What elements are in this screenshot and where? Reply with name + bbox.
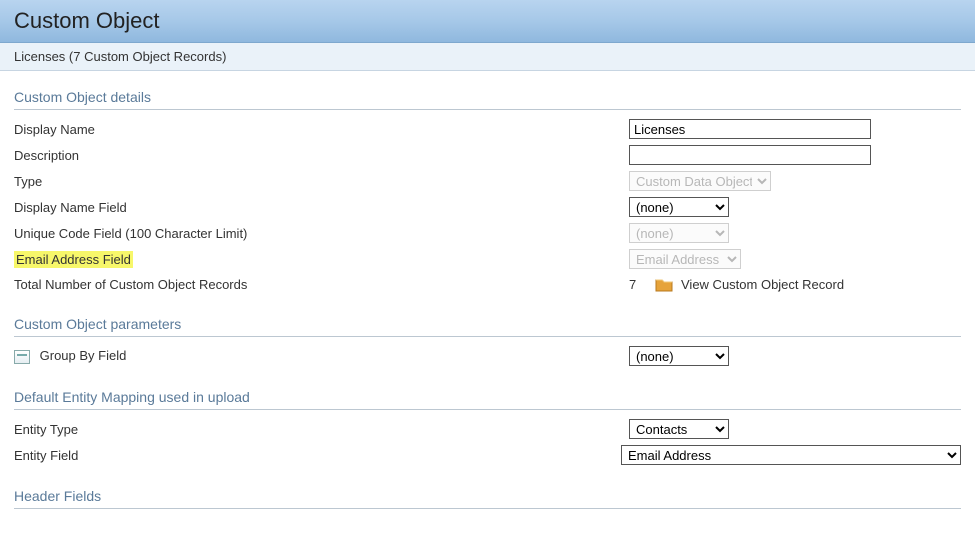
type-select: Custom Data Objects bbox=[629, 171, 771, 191]
label-entity-type: Entity Type bbox=[14, 422, 629, 437]
label-type: Type bbox=[14, 174, 629, 189]
label-unique-code: Unique Code Field (100 Character Limit) bbox=[14, 226, 629, 241]
label-entity-field: Entity Field bbox=[14, 448, 621, 463]
row-email-field: Email Address Field Email Address bbox=[14, 246, 961, 272]
entity-type-select[interactable]: Contacts bbox=[629, 419, 729, 439]
unique-code-select: (none) bbox=[629, 223, 729, 243]
row-total-records: Total Number of Custom Object Records 7 … bbox=[14, 272, 961, 296]
page-subheader: Licenses (7 Custom Object Records) bbox=[0, 43, 975, 71]
label-display-name: Display Name bbox=[14, 122, 629, 137]
row-display-name: Display Name bbox=[14, 116, 961, 142]
email-field-select: Email Address bbox=[629, 249, 741, 269]
section-title-mapping: Default Entity Mapping used in upload bbox=[14, 381, 961, 410]
page-header: Custom Object bbox=[0, 0, 975, 43]
display-name-field-select[interactable]: (none) bbox=[629, 197, 729, 217]
label-display-name-field: Display Name Field bbox=[14, 200, 629, 215]
total-records-count: 7 bbox=[629, 277, 647, 292]
row-entity-field: Entity Field Email Address bbox=[14, 442, 961, 468]
label-description: Description bbox=[14, 148, 629, 163]
display-name-input[interactable] bbox=[629, 119, 871, 139]
folder-icon bbox=[655, 276, 673, 292]
row-display-name-field: Display Name Field (none) bbox=[14, 194, 961, 220]
row-entity-type: Entity Type Contacts bbox=[14, 416, 961, 442]
subheader-text: Licenses (7 Custom Object Records) bbox=[14, 49, 226, 64]
label-group-by: Group By Field bbox=[40, 348, 127, 363]
section-title-details: Custom Object details bbox=[14, 81, 961, 110]
calendar-icon bbox=[14, 350, 30, 364]
page-title: Custom Object bbox=[14, 8, 961, 34]
section-title-header-fields: Header Fields bbox=[14, 480, 961, 509]
row-description: Description bbox=[14, 142, 961, 168]
section-title-params: Custom Object parameters bbox=[14, 308, 961, 337]
description-input[interactable] bbox=[629, 145, 871, 165]
group-by-select[interactable]: (none) bbox=[629, 346, 729, 366]
entity-field-select[interactable]: Email Address bbox=[621, 445, 961, 465]
label-total-records: Total Number of Custom Object Records bbox=[14, 277, 629, 292]
label-email-field: Email Address Field bbox=[14, 251, 133, 268]
view-records-link[interactable]: View Custom Object Record bbox=[681, 277, 844, 292]
row-group-by: Group By Field (none) bbox=[14, 343, 961, 369]
content-area: Custom Object details Display Name Descr… bbox=[0, 71, 975, 525]
row-type: Type Custom Data Objects bbox=[14, 168, 961, 194]
row-unique-code: Unique Code Field (100 Character Limit) … bbox=[14, 220, 961, 246]
